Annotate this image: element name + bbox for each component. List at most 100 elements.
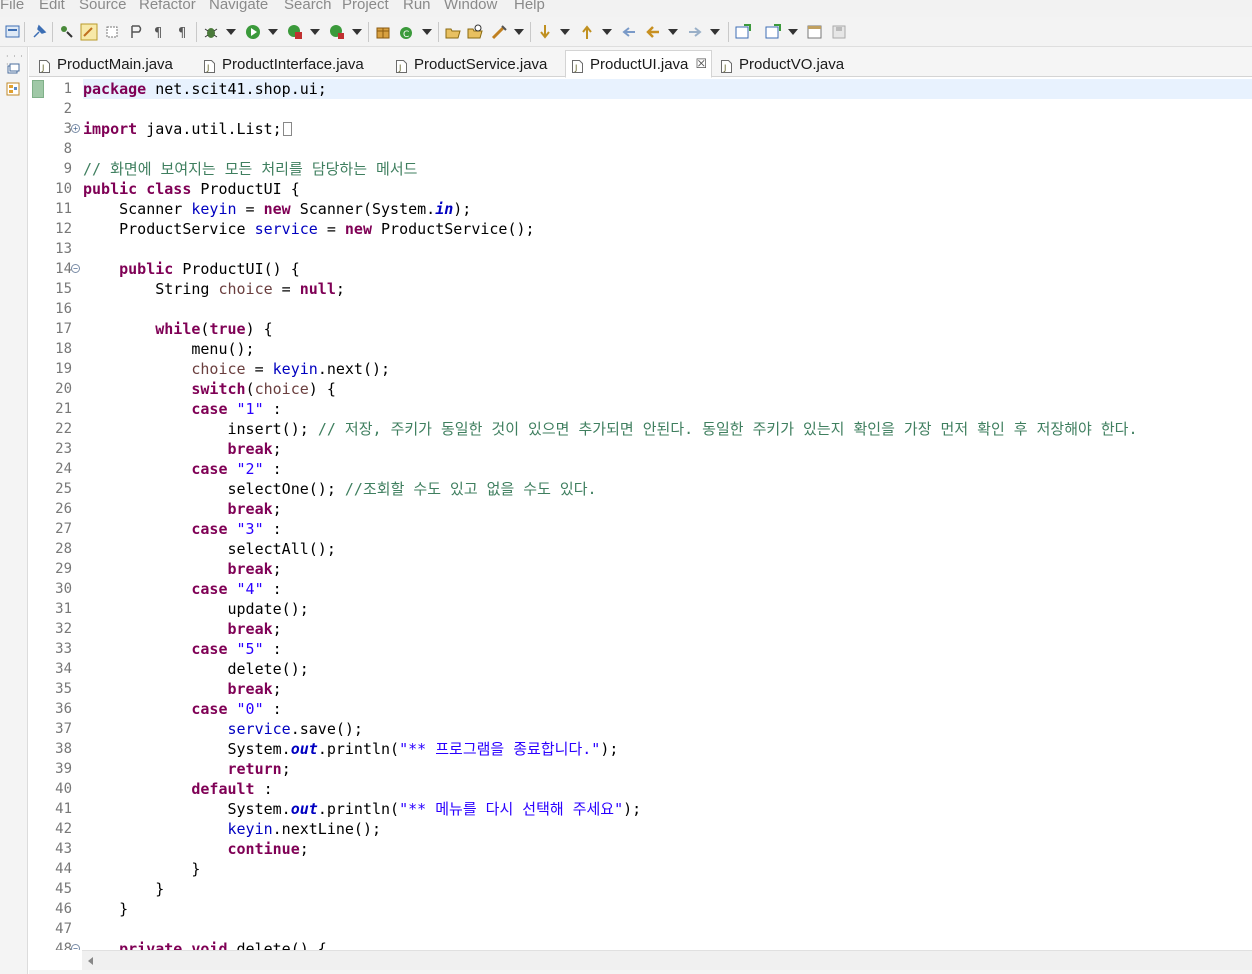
toggle-mark-occurrences-icon[interactable] [80,23,98,41]
code-line[interactable]: update(); [83,599,1252,619]
new-wizard-icon[interactable] [4,23,22,41]
menu-help[interactable]: Help [514,0,545,13]
code-line[interactable]: String choice = null; [83,279,1252,299]
code-line[interactable]: switch(choice) { [83,379,1252,399]
collapse-fold-icon[interactable]: − [71,264,80,273]
dropdown-arrow-icon[interactable] [310,29,320,35]
open-task-icon[interactable] [444,23,462,41]
forward-icon[interactable] [644,23,662,41]
code-line[interactable]: choice = keyin.next(); [83,359,1252,379]
code-line[interactable]: } [83,899,1252,919]
annotation-previous-icon[interactable] [536,23,554,41]
code-line[interactable] [83,239,1252,259]
run-icon[interactable] [244,23,262,41]
toggle-block-selection-icon[interactable] [104,23,122,41]
code-line[interactable]: menu(); [83,339,1252,359]
menu-run[interactable]: Run [403,0,431,13]
dropdown-arrow-icon[interactable] [668,29,678,35]
menu-edit[interactable]: Edit [39,0,65,13]
tab-productvo-java[interactable]: J ProductVO.java [715,52,855,77]
code-line[interactable]: break; [83,679,1252,699]
dropdown-arrow-icon[interactable] [602,29,612,35]
code-line[interactable]: case "2" : [83,459,1252,479]
save-icon[interactable] [806,23,824,41]
pin-icon[interactable] [30,23,48,41]
code-line[interactable]: case "3" : [83,519,1252,539]
code-line[interactable]: } [83,859,1252,879]
restore-icon[interactable] [6,61,20,75]
last-edit-location-icon[interactable] [578,23,596,41]
menu-navigate[interactable]: Navigate [209,0,268,13]
menu-project[interactable]: Project [342,0,389,13]
dropdown-arrow-icon[interactable] [352,29,362,35]
scroll-left-icon[interactable] [88,957,93,965]
code-line[interactable]: case "1" : [83,399,1252,419]
menu-search[interactable]: Search [284,0,332,13]
code-line[interactable]: break; [83,559,1252,579]
code-line[interactable]: selectAll(); [83,539,1252,559]
code-line[interactable] [83,99,1252,119]
dropdown-arrow-icon[interactable] [226,29,236,35]
outline-view-icon[interactable] [6,81,20,96]
debug-icon[interactable] [202,23,220,41]
dropdown-arrow-icon[interactable] [560,29,570,35]
dropdown-arrow-icon[interactable] [422,29,432,35]
menu-source[interactable]: Source [79,0,127,13]
code-line[interactable]: delete(); [83,659,1252,679]
new-file-icon[interactable] [764,23,782,41]
code-line[interactable]: case "4" : [83,579,1252,599]
new-java-package-icon[interactable] [374,23,392,41]
code-line[interactable]: // 화면에 보여지는 모든 처리를 담당하는 메서드 [83,159,1252,179]
tab-productinterface-java[interactable]: J ProductInterface.java [198,52,383,77]
code-line[interactable]: break; [83,499,1252,519]
code-line[interactable]: package net.scit41.shop.ui; [83,79,1252,99]
new-folder-icon[interactable] [686,23,704,41]
code-line[interactable]: System.out.println("** 메뉴를 다시 선택해 주세요"); [83,799,1252,819]
horizontal-scrollbar[interactable] [82,950,1252,970]
code-line[interactable]: public class ProductUI { [83,179,1252,199]
code-line[interactable]: keyin.nextLine(); [83,819,1252,839]
code-line[interactable]: public ProductUI() { [83,259,1252,279]
new-java-class-icon[interactable]: C [398,23,416,41]
dropdown-arrow-icon[interactable] [514,29,524,35]
open-type-icon[interactable] [58,23,76,41]
save-all-icon[interactable] [830,23,848,41]
code-line[interactable] [83,299,1252,319]
code-line[interactable]: while(true) { [83,319,1252,339]
tab-productui-java[interactable]: J ProductUI.java ☒ [565,50,712,78]
annotation-next-icon[interactable] [490,23,508,41]
code-editor[interactable]: 1 2 3 +8 9 10 11 12 13 14−15 16 17 18 19 20 21 22 23 24 25 2… [29,78,1252,950]
menu-window[interactable]: Window [444,0,497,13]
code-line[interactable]: break; [83,439,1252,459]
dropdown-arrow-icon[interactable] [788,29,798,35]
paragraph-icon[interactable]: ¶ [150,23,168,41]
code-line[interactable]: private void delete() { [83,939,1252,950]
code-line[interactable]: ProductService service = new ProductServ… [83,219,1252,239]
code-line[interactable] [83,139,1252,159]
coverage-icon[interactable] [286,23,304,41]
expand-fold-icon[interactable]: + [71,124,80,133]
code-line[interactable]: System.out.println("** 프로그램을 종료합니다."); [83,739,1252,759]
code-line[interactable] [83,919,1252,939]
paragraph-icon[interactable]: ¶ [174,23,192,41]
new-file-icon[interactable] [734,23,752,41]
external-tools-icon[interactable] [328,23,346,41]
search-icon[interactable] [466,23,484,41]
dropdown-arrow-icon[interactable] [710,29,720,35]
code-line[interactable]: Scanner keyin = new Scanner(System.in); [83,199,1252,219]
dropdown-arrow-icon[interactable] [268,29,278,35]
code-line[interactable]: } [83,879,1252,899]
code-line[interactable]: service.save(); [83,719,1252,739]
collapse-fold-icon[interactable]: − [71,944,80,950]
code-area[interactable]: package net.scit41.shop.ui; import java.u… [83,78,1252,950]
close-tab-icon[interactable]: ☒ [695,57,707,72]
code-line[interactable]: insert(); // 저장, 주키가 동일한 것이 있으면 추가되면 안된다… [83,419,1252,439]
tab-productmain-java[interactable]: J ProductMain.java [33,52,191,77]
code-line[interactable]: default : [83,779,1252,799]
menu-file[interactable]: File [0,0,24,13]
code-line[interactable]: break; [83,619,1252,639]
folded-imports-marker[interactable] [282,122,292,136]
code-line[interactable]: selectOne(); //조회할 수도 있고 없을 수도 있다. [83,479,1252,499]
menu-refactor[interactable]: Refactor [139,0,196,13]
back-icon[interactable] [620,23,638,41]
